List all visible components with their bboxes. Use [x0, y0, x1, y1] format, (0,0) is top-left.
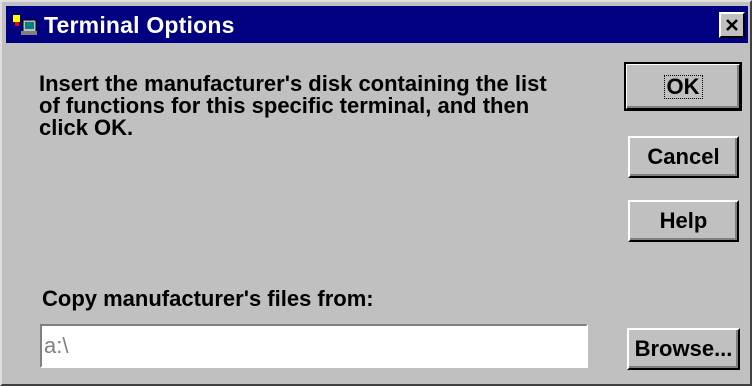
ok-button[interactable]: OK: [624, 62, 742, 111]
terminal-app-icon: [12, 13, 38, 37]
cancel-button[interactable]: Cancel: [628, 136, 739, 178]
instruction-message: Insert the manufacturer's disk containin…: [39, 71, 547, 140]
copy-from-label: Copy manufacturer's files from:: [42, 286, 374, 311]
help-button[interactable]: Help: [628, 200, 739, 242]
ok-button-label: OK: [663, 74, 703, 99]
close-button[interactable]: [719, 12, 745, 38]
copy-from-path-input[interactable]: [40, 324, 588, 368]
browse-button[interactable]: Browse...: [627, 328, 740, 370]
window-title: Terminal Options: [44, 12, 235, 38]
terminal-options-dialog: Terminal Options Insert the manufacturer…: [0, 0, 752, 386]
close-icon: [726, 19, 738, 31]
title-bar[interactable]: Terminal Options: [6, 6, 748, 43]
